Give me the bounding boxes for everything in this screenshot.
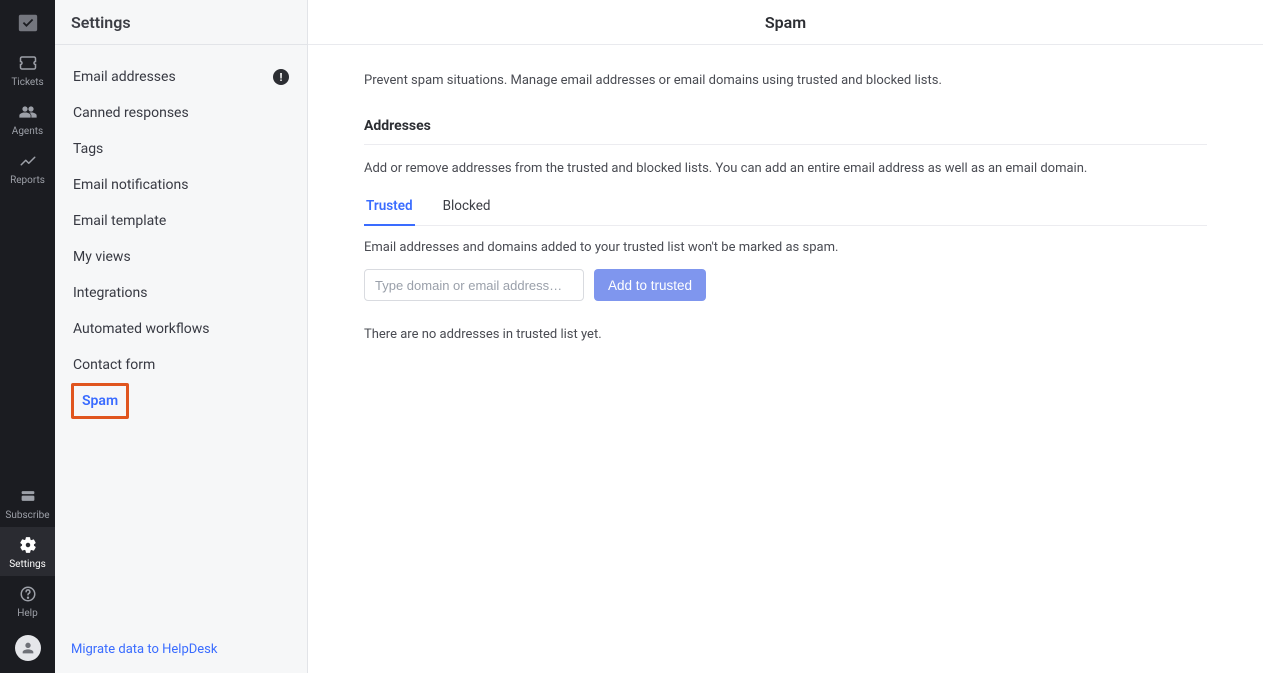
agents-icon xyxy=(19,102,37,122)
nav-label: Canned responses xyxy=(73,105,189,121)
reports-icon xyxy=(19,151,37,171)
rail-item-agents[interactable]: Agents xyxy=(0,94,55,143)
empty-state-text: There are no addresses in trusted list y… xyxy=(364,327,1207,342)
rail-label: Settings xyxy=(9,559,46,570)
add-to-trusted-button[interactable]: Add to trusted xyxy=(594,269,706,301)
rail-item-subscribe[interactable]: Subscribe xyxy=(0,478,55,527)
user-avatar-icon xyxy=(15,635,41,661)
settings-item-integrations[interactable]: Integrations xyxy=(71,275,291,311)
nav-label: Email addresses xyxy=(73,69,176,85)
rail-label: Tickets xyxy=(11,77,43,88)
rail-label: Agents xyxy=(12,126,43,137)
rail-item-reports[interactable]: Reports xyxy=(0,143,55,192)
rail-item-settings[interactable]: Settings xyxy=(0,527,55,576)
settings-item-email-notifications[interactable]: Email notifications xyxy=(71,167,291,203)
settings-item-email-template[interactable]: Email template xyxy=(71,203,291,239)
address-input[interactable] xyxy=(364,269,584,301)
settings-item-my-views[interactable]: My views xyxy=(71,239,291,275)
nav-label: Email notifications xyxy=(73,177,188,193)
settings-item-contact-form[interactable]: Contact form xyxy=(71,347,291,383)
section-title-addresses: Addresses xyxy=(364,118,1207,145)
rail-label: Reports xyxy=(10,175,45,186)
address-tabs: Trusted Blocked xyxy=(364,198,1207,226)
rail-avatar[interactable] xyxy=(0,625,55,673)
settings-item-email-addresses[interactable]: Email addresses ! xyxy=(71,59,291,95)
logo-check-icon xyxy=(17,12,39,34)
settings-icon xyxy=(19,535,37,555)
app-rail: Tickets Agents Reports Subscribe Sett xyxy=(0,0,55,673)
rail-item-tickets[interactable]: Tickets xyxy=(0,45,55,94)
settings-item-tags[interactable]: Tags xyxy=(71,131,291,167)
settings-item-spam[interactable]: Spam xyxy=(71,383,129,419)
subscribe-icon xyxy=(19,486,37,506)
migrate-link[interactable]: Migrate data to HelpDesk xyxy=(71,642,217,657)
panel-title: Settings xyxy=(55,0,307,45)
nav-label: Automated workflows xyxy=(73,321,210,337)
app-logo xyxy=(0,0,55,45)
alert-badge-icon: ! xyxy=(273,69,289,85)
tab-note: Email addresses and domains added to you… xyxy=(364,240,1207,255)
page-title: Spam xyxy=(308,0,1263,45)
help-icon xyxy=(19,584,37,604)
rail-label: Help xyxy=(17,608,37,619)
page-description: Prevent spam situations. Manage email ad… xyxy=(364,73,1207,88)
nav-label: Contact form xyxy=(73,357,155,373)
section-description: Add or remove addresses from the trusted… xyxy=(364,161,1207,176)
nav-label: Integrations xyxy=(73,285,147,301)
ticket-icon xyxy=(19,53,37,73)
settings-item-automated-workflows[interactable]: Automated workflows xyxy=(71,311,291,347)
nav-label: Spam xyxy=(82,393,118,409)
tab-trusted[interactable]: Trusted xyxy=(364,198,415,226)
nav-label: My views xyxy=(73,249,131,265)
settings-item-canned-responses[interactable]: Canned responses xyxy=(71,95,291,131)
nav-label: Email template xyxy=(73,213,166,229)
rail-item-help[interactable]: Help xyxy=(0,576,55,625)
main-content: Spam Prevent spam situations. Manage ema… xyxy=(308,0,1263,673)
rail-label: Subscribe xyxy=(5,510,49,521)
nav-label: Tags xyxy=(73,141,103,157)
settings-panel: Settings Email addresses ! Canned respon… xyxy=(55,0,308,673)
tab-blocked[interactable]: Blocked xyxy=(441,198,493,226)
